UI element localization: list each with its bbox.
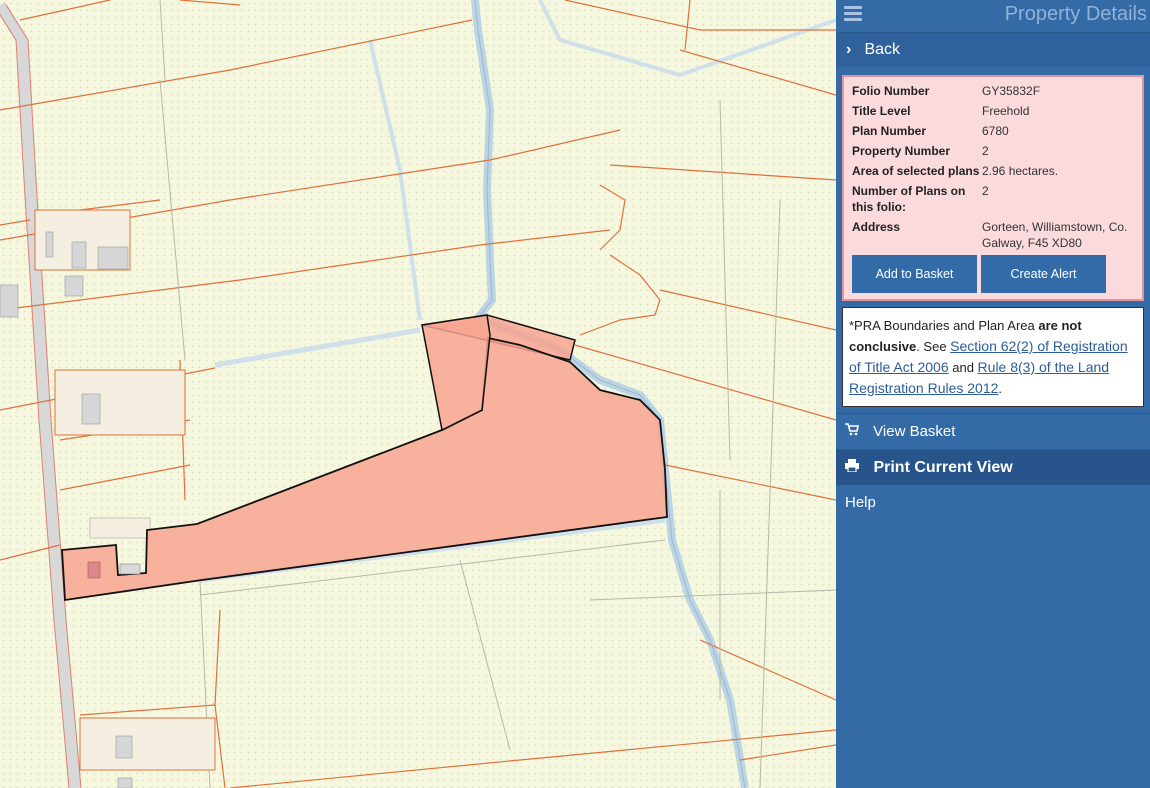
disclaimer-see: . See — [916, 339, 951, 354]
detail-row-folio-number: Folio Number GY35832F — [852, 83, 1134, 99]
side-panel: Property Details › Back Folio Number GY3… — [836, 0, 1150, 788]
detail-row-title-level: Title Level Freehold — [852, 103, 1134, 119]
detail-value: 2.96 hectares. — [982, 164, 1059, 178]
detail-label: Plan Number — [852, 124, 927, 138]
back-button[interactable]: › Back — [836, 33, 1150, 67]
details-actions: Add to Basket Create Alert — [852, 255, 1134, 293]
detail-row-property-number: Property Number 2 — [852, 143, 1134, 159]
panel-header: Property Details — [836, 0, 1150, 33]
back-label: Back — [864, 41, 901, 58]
stream — [538, 0, 836, 78]
disclaimer-and: and — [948, 360, 978, 375]
detail-value: 2 — [982, 184, 989, 198]
create-alert-button[interactable]: Create Alert — [981, 255, 1106, 293]
detail-value: GY35832F — [982, 84, 1041, 98]
print-current-view-button[interactable]: Print Current View — [836, 449, 1150, 485]
help-link[interactable]: Help — [836, 485, 1150, 520]
panel-title: Property Details — [1004, 3, 1147, 25]
property-details-list: Folio Number GY35832F Title Level Freeho… — [852, 83, 1134, 251]
disclaimer-box: *PRA Boundaries and Plan Area are not co… — [842, 307, 1144, 407]
detail-row-address: Address Gorteen, Williamstown, Co. Galwa… — [852, 219, 1134, 251]
detail-label: Title Level — [852, 104, 911, 118]
detail-label: Number of Plans on this folio: — [852, 184, 966, 214]
disclaimer-prefix: *PRA Boundaries and Plan Area — [849, 318, 1039, 333]
detail-value: Freehold — [982, 104, 1030, 118]
detail-label: Address — [852, 220, 901, 234]
detail-row-plan-number: Plan Number 6780 — [852, 123, 1134, 139]
detail-value: Gorteen, Williamstown, Co. Galway, F45 X… — [982, 220, 1128, 250]
map-canvas[interactable] — [0, 0, 836, 788]
detail-row-area: Area of selected plans 2.96 hectares. — [852, 163, 1134, 179]
cart-icon — [845, 414, 869, 449]
detail-value: 6780 — [982, 124, 1009, 138]
print-current-view-label: Print Current View — [873, 459, 1013, 476]
chevron-right-icon: › — [846, 41, 852, 58]
add-to-basket-button[interactable]: Add to Basket — [852, 255, 977, 293]
detail-label: Folio Number — [852, 84, 930, 98]
detail-label: Area of selected plans — [852, 164, 980, 178]
detail-value: 2 — [982, 144, 989, 158]
property-details-card: Folio Number GY35832F Title Level Freeho… — [842, 75, 1144, 301]
disclaimer-suffix: . — [998, 381, 1003, 396]
detail-row-number-of-plans: Number of Plans on this folio: 2 — [852, 183, 1134, 215]
hamburger-icon[interactable] — [844, 5, 862, 23]
stream — [214, 327, 421, 368]
printer-icon — [845, 450, 869, 485]
detail-label: Property Number — [852, 144, 951, 158]
view-basket-button[interactable]: View Basket — [836, 413, 1150, 449]
map-view[interactable] — [0, 0, 836, 788]
stream — [368, 39, 422, 321]
view-basket-label: View Basket — [873, 423, 956, 440]
